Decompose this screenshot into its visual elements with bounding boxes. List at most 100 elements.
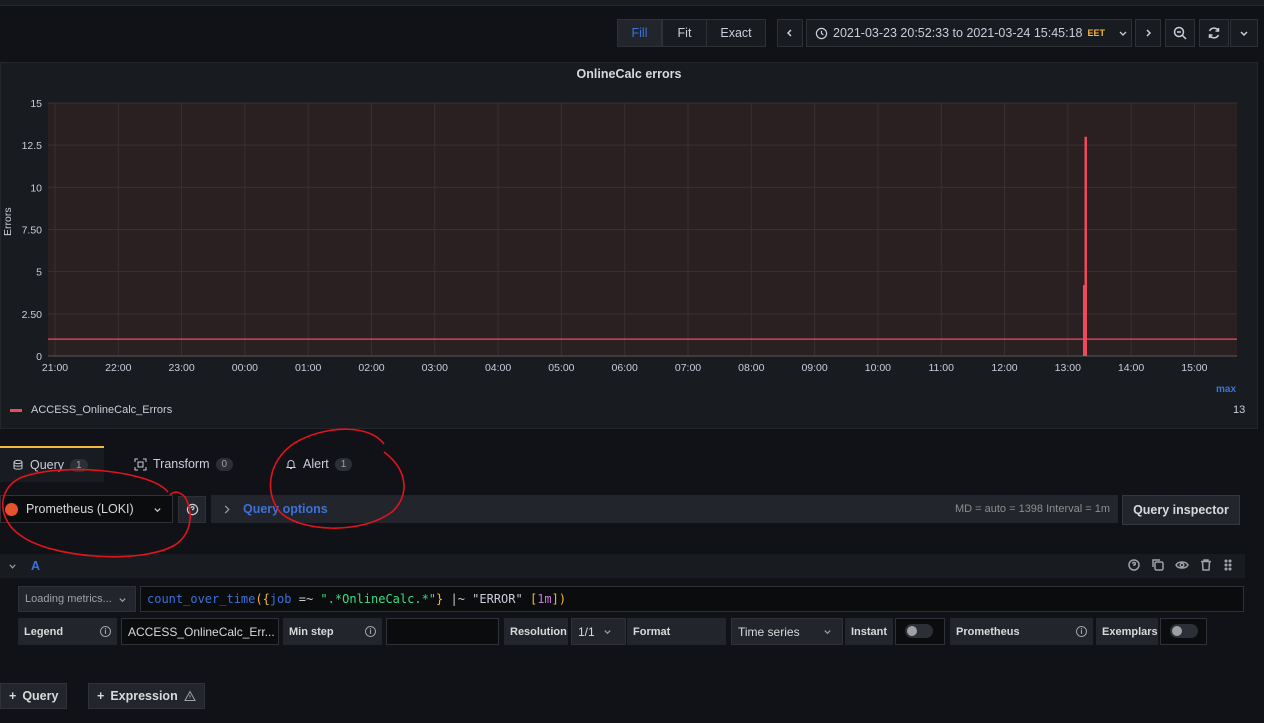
expr-filter-operator: |~ <box>443 592 473 606</box>
x-tick-label: 15:00 <box>1181 362 1207 374</box>
tab-alert-count: 1 <box>334 457 353 471</box>
resolution-label: Resolution <box>504 618 568 645</box>
chevron-down-icon <box>824 630 831 635</box>
resolution-select[interactable]: 1/1 <box>571 618 626 645</box>
tab-transform[interactable]: Transform 0 <box>134 446 234 482</box>
tab-query[interactable]: Query 1 <box>0 446 104 482</box>
x-tick-label: 14:00 <box>1118 362 1144 374</box>
metrics-browser-button[interactable]: Loading metrics... <box>18 586 136 612</box>
tab-transform-count: 0 <box>215 457 234 471</box>
query-ref-id[interactable]: A <box>31 559 40 573</box>
query-options-row[interactable]: Query options MD = auto = 1398 Interval … <box>211 495 1118 523</box>
y-tick-label: 15 <box>30 98 42 110</box>
tab-query-count: 1 <box>70 458 88 472</box>
instant-label: Instant <box>845 618 893 645</box>
x-tick-label: 12:00 <box>991 362 1017 374</box>
trash-icon[interactable] <box>1199 558 1213 572</box>
expr-open-brace: ({ <box>255 592 270 606</box>
expr-function: count_over_time <box>147 592 256 606</box>
query-inspector-button[interactable]: Query inspector <box>1122 495 1240 525</box>
legend-series-name[interactable]: ACCESS_OnlineCalc_Errors <box>31 404 172 416</box>
chevron-down-icon[interactable] <box>8 562 17 571</box>
x-tick-label: 11:00 <box>928 362 954 374</box>
x-tick-label: 21:00 <box>42 362 68 374</box>
tab-alert[interactable]: Alert 1 <box>285 446 353 482</box>
legend-option-label: Legend i <box>18 618 117 645</box>
query-row-header[interactable]: A <box>0 554 1245 578</box>
add-query-button[interactable]: + Query <box>0 683 68 709</box>
x-tick-label: 03:00 <box>422 362 448 374</box>
min-step-text: Min step <box>289 625 334 638</box>
x-tick-label: 09:00 <box>801 362 827 374</box>
tab-transform-label: Transform <box>153 457 210 471</box>
chevron-down-icon <box>154 507 161 512</box>
expr-range-close: ]) <box>551 592 567 606</box>
x-tick-label: 22:00 <box>105 362 131 374</box>
format-label: Format <box>627 618 726 645</box>
add-expression-button[interactable]: + Expression <box>88 683 205 709</box>
query-expression-input[interactable]: count_over_time({job =~ ".*OnlineCalc.*"… <box>140 586 1244 612</box>
resolution-value: 1/1 <box>578 624 595 639</box>
add-query-label: Query <box>22 689 59 703</box>
warning-icon <box>183 690 196 701</box>
legend-max-value: 13 <box>1233 404 1246 416</box>
min-step-label: Min step i <box>283 618 382 645</box>
query-options-info: MD = auto = 1398 Interval = 1m <box>954 503 1110 515</box>
instant-toggle[interactable] <box>905 624 933 638</box>
datasource-name: Prometheus (LOKI) <box>26 502 134 516</box>
tab-alert-label: Alert <box>303 457 329 471</box>
info-icon[interactable]: i <box>1076 626 1087 637</box>
info-icon[interactable]: i <box>100 626 111 637</box>
datasource-picker[interactable]: Prometheus (LOKI) <box>0 495 173 523</box>
expr-range-value: 1m <box>537 592 552 606</box>
metrics-browser-label: Loading metrics... <box>25 593 112 605</box>
y-tick-label: 5 <box>36 267 42 279</box>
query-options-label: Query options <box>243 502 328 516</box>
drag-handle-icon[interactable] <box>1223 558 1233 572</box>
database-icon <box>13 459 23 470</box>
x-tick-label: 00:00 <box>232 362 258 374</box>
info-icon[interactable]: i <box>365 626 376 637</box>
x-tick-label: 08:00 <box>738 362 764 374</box>
x-tick-label: 05:00 <box>548 362 574 374</box>
datasource-help-button[interactable] <box>178 496 206 523</box>
y-tick-label: 2.50 <box>22 309 43 321</box>
x-tick-label: 04:00 <box>485 362 511 374</box>
expr-label-value: ".*OnlineCalc.*" <box>320 592 437 606</box>
exemplars-toggle[interactable] <box>1170 624 1198 638</box>
x-tick-label: 07:00 <box>675 362 701 374</box>
y-tick-label: 12.5 <box>22 140 43 152</box>
x-tick-label: 02:00 <box>358 362 384 374</box>
x-tick-label: 01:00 <box>295 362 321 374</box>
legend-format-input[interactable]: ACCESS_OnlineCalc_Err... <box>121 618 279 645</box>
y-tick-label: 7.50 <box>22 225 43 237</box>
question-circle-icon <box>186 503 198 516</box>
query-type-label: Prometheus i <box>950 618 1093 645</box>
min-step-input[interactable] <box>386 618 499 645</box>
add-expression-label: Expression <box>110 689 178 703</box>
duplicate-icon[interactable] <box>1151 558 1165 572</box>
expr-close-brace: } <box>436 592 444 606</box>
plus-icon: + <box>9 689 17 703</box>
expr-range-open: [ <box>522 592 538 606</box>
exemplars-label: Exemplars <box>1096 618 1158 645</box>
y-tick-label: 10 <box>30 182 42 194</box>
x-tick-label: 10:00 <box>865 362 891 374</box>
chart-svg[interactable]: 02.5057.501012.51521:00 22:00 23:00 00:00 01… <box>0 0 1264 430</box>
chevron-down-icon <box>604 630 611 635</box>
format-select[interactable]: Time series <box>731 618 843 645</box>
plus-icon: + <box>97 689 105 703</box>
editor-tabs: Query 1 Transform 0 Alert 1 <box>0 446 1264 482</box>
legend-option-text: Legend <box>24 625 64 638</box>
x-tick-label: 13:00 <box>1055 362 1081 374</box>
transform-icon <box>134 458 147 470</box>
chevron-right-icon <box>224 504 230 514</box>
legend-series-color[interactable] <box>10 409 22 412</box>
x-tick-label: 06:00 <box>612 362 638 374</box>
chevron-down-icon <box>119 597 126 602</box>
tab-query-label: Query <box>30 458 65 472</box>
help-icon[interactable] <box>1127 558 1141 572</box>
legend-max-header[interactable]: max <box>1216 384 1236 395</box>
x-tick-label: 23:00 <box>168 362 194 374</box>
eye-icon[interactable] <box>1175 558 1189 572</box>
